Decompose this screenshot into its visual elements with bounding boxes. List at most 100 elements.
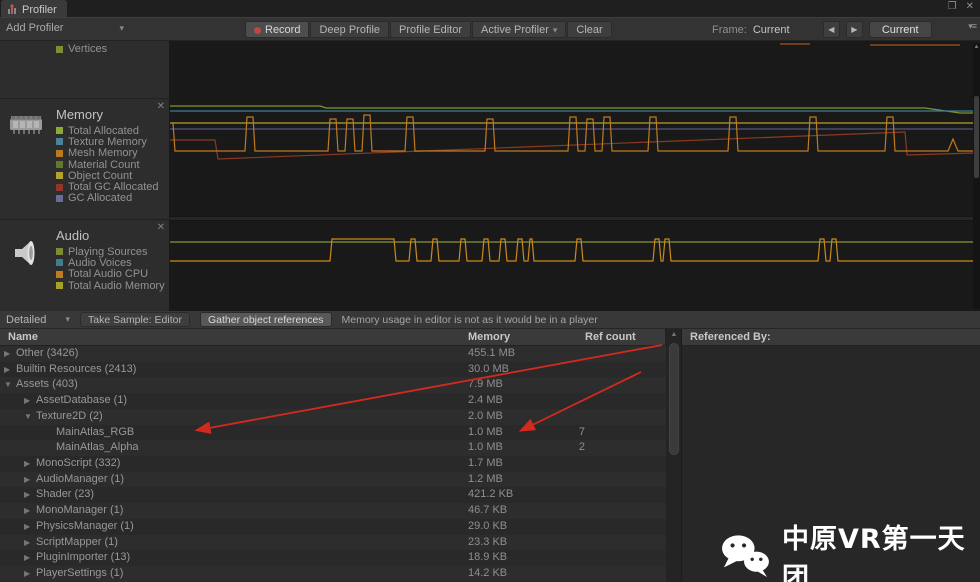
deep-profile-button[interactable]: Deep Profile	[310, 21, 389, 38]
legend-item[interactable]: Playing Sources	[56, 246, 165, 257]
legend-label: Playing Sources	[68, 246, 148, 258]
triangle-collapsed-icon[interactable]: ▶	[24, 393, 30, 409]
legend-item[interactable]: Total GC Allocated	[56, 181, 159, 192]
chart-line-total-allocated	[170, 106, 974, 113]
previous-frame-button[interactable]: ◀	[823, 21, 840, 38]
table-row[interactable]: ▶MonoScript (332)1.7 MB	[0, 456, 666, 472]
row-refcount-value: 2	[525, 440, 585, 456]
take-sample-button[interactable]: Take Sample: Editor	[80, 312, 190, 327]
table-row[interactable]: ▼Texture2D (2) 2.0 MB	[0, 409, 666, 425]
table-row[interactable]: ▶AudioManager (1)1.2 MB	[0, 472, 666, 488]
legend-item[interactable]: Object Count	[56, 170, 159, 181]
row-label: MainAtlas_RGB	[0, 425, 134, 441]
triangle-collapsed-icon[interactable]: ▶	[24, 535, 30, 551]
scroll-up-icon[interactable]: ▲	[666, 331, 682, 338]
triangle-expanded-icon[interactable]: ▼	[4, 377, 12, 393]
tab-bar: Profiler ❐ ✕	[0, 0, 980, 17]
close-icon[interactable]: ✕	[966, 1, 974, 12]
legend-item[interactable]: Mesh Memory	[56, 148, 159, 159]
row-memory-value: 46.7 KB	[468, 503, 507, 519]
profiler-window: Profiler ❐ ✕ Add Profiler ▾ Record Deep …	[0, 0, 980, 582]
legend-item[interactable]: GC Allocated	[56, 193, 159, 204]
module-close-icon[interactable]: ✕	[157, 101, 165, 112]
legend-label: Material Count	[68, 159, 140, 171]
table-row[interactable]: ▶ScriptMapper (1)23.3 KB	[0, 535, 666, 551]
audio-chart[interactable]	[170, 221, 974, 311]
current-frame-button[interactable]: Current	[869, 21, 932, 38]
legend-color-swatch	[56, 161, 63, 168]
triangle-collapsed-icon[interactable]: ▶	[24, 519, 30, 535]
add-profiler-dropdown[interactable]: Add Profiler ▾	[6, 22, 124, 34]
memory-chart[interactable]	[170, 43, 974, 216]
active-profiler-dropdown[interactable]: Active Profiler ▾	[472, 21, 566, 38]
module-close-icon[interactable]: ✕	[157, 222, 165, 233]
table-row[interactable]: ▶Shader (23)421.2 KB	[0, 487, 666, 503]
triangle-collapsed-icon[interactable]: ▶	[24, 487, 30, 503]
maximize-icon[interactable]: ❐	[948, 1, 957, 12]
scroll-up-icon[interactable]: ▲	[973, 44, 980, 50]
triangle-collapsed-icon[interactable]: ▶	[24, 503, 30, 519]
gather-object-references-toggle[interactable]: Gather object references	[200, 312, 332, 327]
legend-label: GC Allocated	[68, 192, 132, 204]
table-row[interactable]: MainAtlas_RGB1.0 MB7	[0, 425, 666, 441]
record-icon	[254, 27, 261, 34]
legend-item[interactable]: Audio Voices	[56, 257, 165, 268]
table-row[interactable]: ▼Assets (403)7.9 MB	[0, 377, 666, 393]
table-row[interactable]: ▶AssetDatabase (1)2.4 MB	[0, 393, 666, 409]
legend-color-swatch	[56, 282, 63, 289]
legend-item[interactable]: Total Audio Memory	[56, 280, 165, 291]
row-memory-value: 1.7 MB	[468, 456, 503, 472]
legend-item[interactable]: Material Count	[56, 159, 159, 170]
legend-label: Total GC Allocated	[68, 181, 159, 193]
row-label: Texture2D (2)	[0, 409, 103, 425]
triangle-collapsed-icon[interactable]: ▶	[24, 472, 30, 488]
chart-plot-area[interactable]: ▲	[170, 41, 980, 311]
profile-editor-button[interactable]: Profile Editor	[390, 21, 471, 38]
table-row[interactable]: ▶PhysicsManager (1)29.0 KB	[0, 519, 666, 535]
profiler-icon	[7, 4, 18, 15]
legend-label: Object Count	[68, 170, 132, 182]
triangle-collapsed-icon[interactable]: ▶	[4, 346, 10, 362]
column-header-memory[interactable]: Memory	[468, 331, 510, 343]
table-row[interactable]: ▶Other (3426)455.1 MB	[0, 346, 666, 362]
next-frame-button[interactable]: ▶	[846, 21, 863, 38]
referenced-by-panel: Referenced By: 中原VR第一天团	[682, 329, 980, 582]
table-scrollbar[interactable]: ▲	[666, 329, 682, 582]
legend-item-vertices[interactable]: Vertices	[56, 43, 107, 55]
row-memory-value: 7.9 MB	[468, 377, 503, 393]
legend-item[interactable]: Total Allocated	[56, 125, 159, 136]
triangle-collapsed-icon[interactable]: ▶	[4, 362, 10, 378]
table-row[interactable]: ▶PlayerSettings (1)14.2 KB	[0, 566, 666, 582]
arrow-right-icon: ▶	[851, 25, 857, 34]
pane-menu-icon[interactable]: ▾≡	[968, 21, 976, 32]
table-row[interactable]: ▶Builtin Resources (2413)30.0 MB	[0, 362, 666, 378]
module-audio[interactable]: Audio ✕ Playing SourcesAudio VoicesTotal…	[0, 219, 170, 311]
triangle-collapsed-icon[interactable]: ▶	[24, 456, 30, 472]
clear-button[interactable]: Clear	[567, 21, 611, 38]
legend-item[interactable]: Texture Memory	[56, 136, 159, 147]
table-row[interactable]: MainAtlas_Alpha1.0 MB2	[0, 440, 666, 456]
tab-profiler[interactable]: Profiler	[1, 0, 67, 17]
scrollbar-thumb[interactable]	[669, 343, 679, 455]
legend-item[interactable]: Total Audio CPU	[56, 269, 165, 280]
wechat-icon	[720, 533, 770, 580]
triangle-collapsed-icon[interactable]: ▶	[24, 550, 30, 566]
editor-memory-warning: Memory usage in editor is not as it woul…	[342, 314, 598, 326]
record-button[interactable]: Record	[245, 21, 309, 38]
row-memory-value: 2.0 MB	[468, 409, 503, 425]
view-mode-dropdown[interactable]: Detailed ▾	[6, 314, 70, 326]
row-label: PluginImporter (13)	[0, 550, 130, 566]
legend-label: Mesh Memory	[68, 147, 138, 159]
table-header: Name Memory Ref count	[0, 329, 666, 346]
column-header-name[interactable]: Name	[8, 331, 38, 343]
legend-color-swatch	[56, 184, 63, 191]
table-row[interactable]: ▶MonoManager (1)46.7 KB	[0, 503, 666, 519]
legend-label: Total Audio Memory	[68, 280, 165, 292]
column-header-refcount[interactable]: Ref count	[585, 331, 636, 343]
module-memory[interactable]: Memory ✕ Total AllocatedTexture MemoryMe…	[0, 98, 170, 219]
table-row[interactable]: ▶PluginImporter (13)18.9 KB	[0, 550, 666, 566]
chart-scrollbar[interactable]: ▲	[973, 43, 980, 309]
triangle-expanded-icon[interactable]: ▼	[24, 409, 32, 425]
scrollbar-thumb[interactable]	[974, 96, 979, 178]
triangle-collapsed-icon[interactable]: ▶	[24, 566, 30, 582]
